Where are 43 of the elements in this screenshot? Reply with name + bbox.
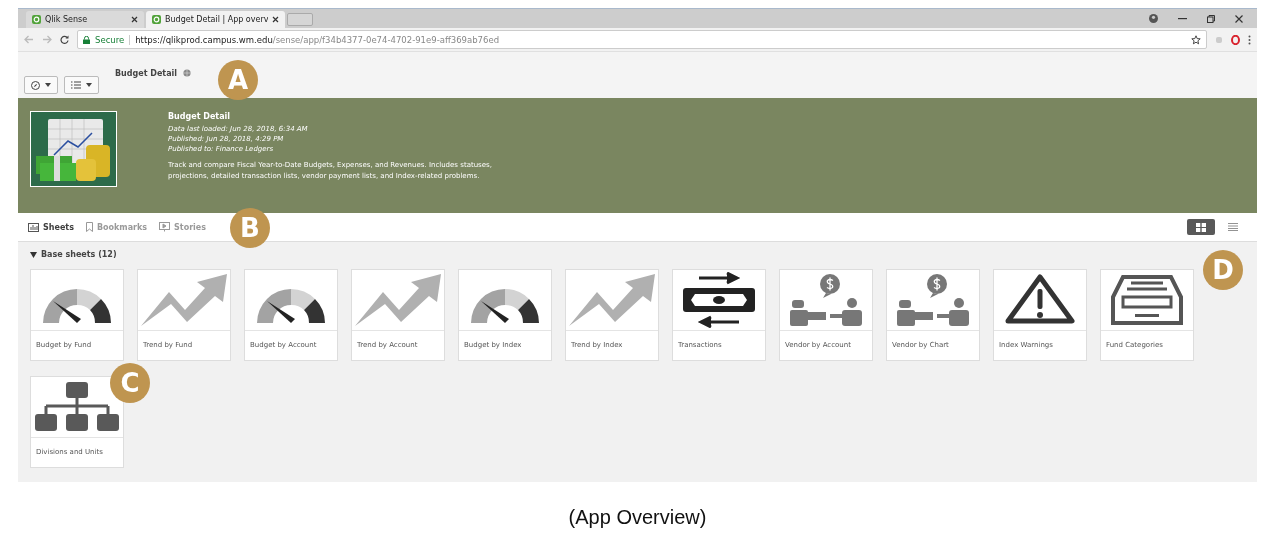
menu-icon[interactable]: [1248, 34, 1251, 45]
grid-view-button[interactable]: [1187, 219, 1215, 235]
minimize-icon[interactable]: [1178, 17, 1187, 20]
close-icon[interactable]: [1235, 14, 1243, 23]
annotation-badge: D: [1203, 250, 1243, 290]
url-text: https://qlikprod.campus.wm.edu/sense/app/f34b4377-0e74-4702-91e9-aff369ab76ed: [135, 34, 500, 45]
globe-icon: [183, 69, 192, 77]
secure-label: Secure: [95, 34, 125, 45]
navigation-menu-button[interactable]: [24, 76, 58, 94]
trend-arrow-icon: [353, 272, 443, 328]
close-icon[interactable]: [131, 16, 138, 23]
annotation-badge: C: [110, 363, 150, 403]
trend-arrow-icon: [567, 272, 657, 328]
bookmark-icon: [85, 222, 93, 232]
section-tab[interactable]: Sheets: [28, 222, 74, 232]
trend-arrow-icon: [139, 272, 229, 328]
app-favicon-icon: [32, 15, 41, 24]
browser-tab[interactable]: Budget Detail | App overv: [146, 11, 286, 28]
file-drawer-icon: [1111, 273, 1183, 327]
app-name: Budget Detail: [168, 112, 232, 121]
close-icon[interactable]: [272, 16, 280, 23]
app-title: Budget Detail: [115, 68, 178, 78]
caret-icon: [86, 83, 92, 87]
list-icon: [71, 81, 81, 89]
compass-icon: [31, 80, 40, 90]
org-chart-icon: [34, 380, 120, 434]
caret-icon: [30, 251, 37, 258]
star-icon[interactable]: [1191, 34, 1201, 45]
restore-icon[interactable]: [1207, 14, 1215, 23]
list-icon: [1228, 223, 1238, 231]
grid-icon: [1196, 222, 1206, 232]
lock-icon: [83, 35, 90, 44]
user-profile-icon[interactable]: [1149, 14, 1158, 23]
figure-caption: (App Overview): [568, 506, 707, 529]
app-favicon-icon: [152, 15, 161, 24]
browser-tab[interactable]: Qlik Sense: [26, 11, 144, 28]
presentation-icon: [159, 222, 171, 232]
bar-chart-icon: [28, 222, 39, 232]
warning-icon: [1004, 273, 1076, 327]
opera-icon[interactable]: [1231, 34, 1240, 45]
reload-icon[interactable]: [60, 35, 69, 44]
caret-icon: [45, 83, 51, 87]
address-field[interactable]: Secure https://qlikprod.campus.wm.edu/sense/app/f34b4377-0e74-4702-91e9-aff369ab76ed: [77, 30, 1207, 49]
